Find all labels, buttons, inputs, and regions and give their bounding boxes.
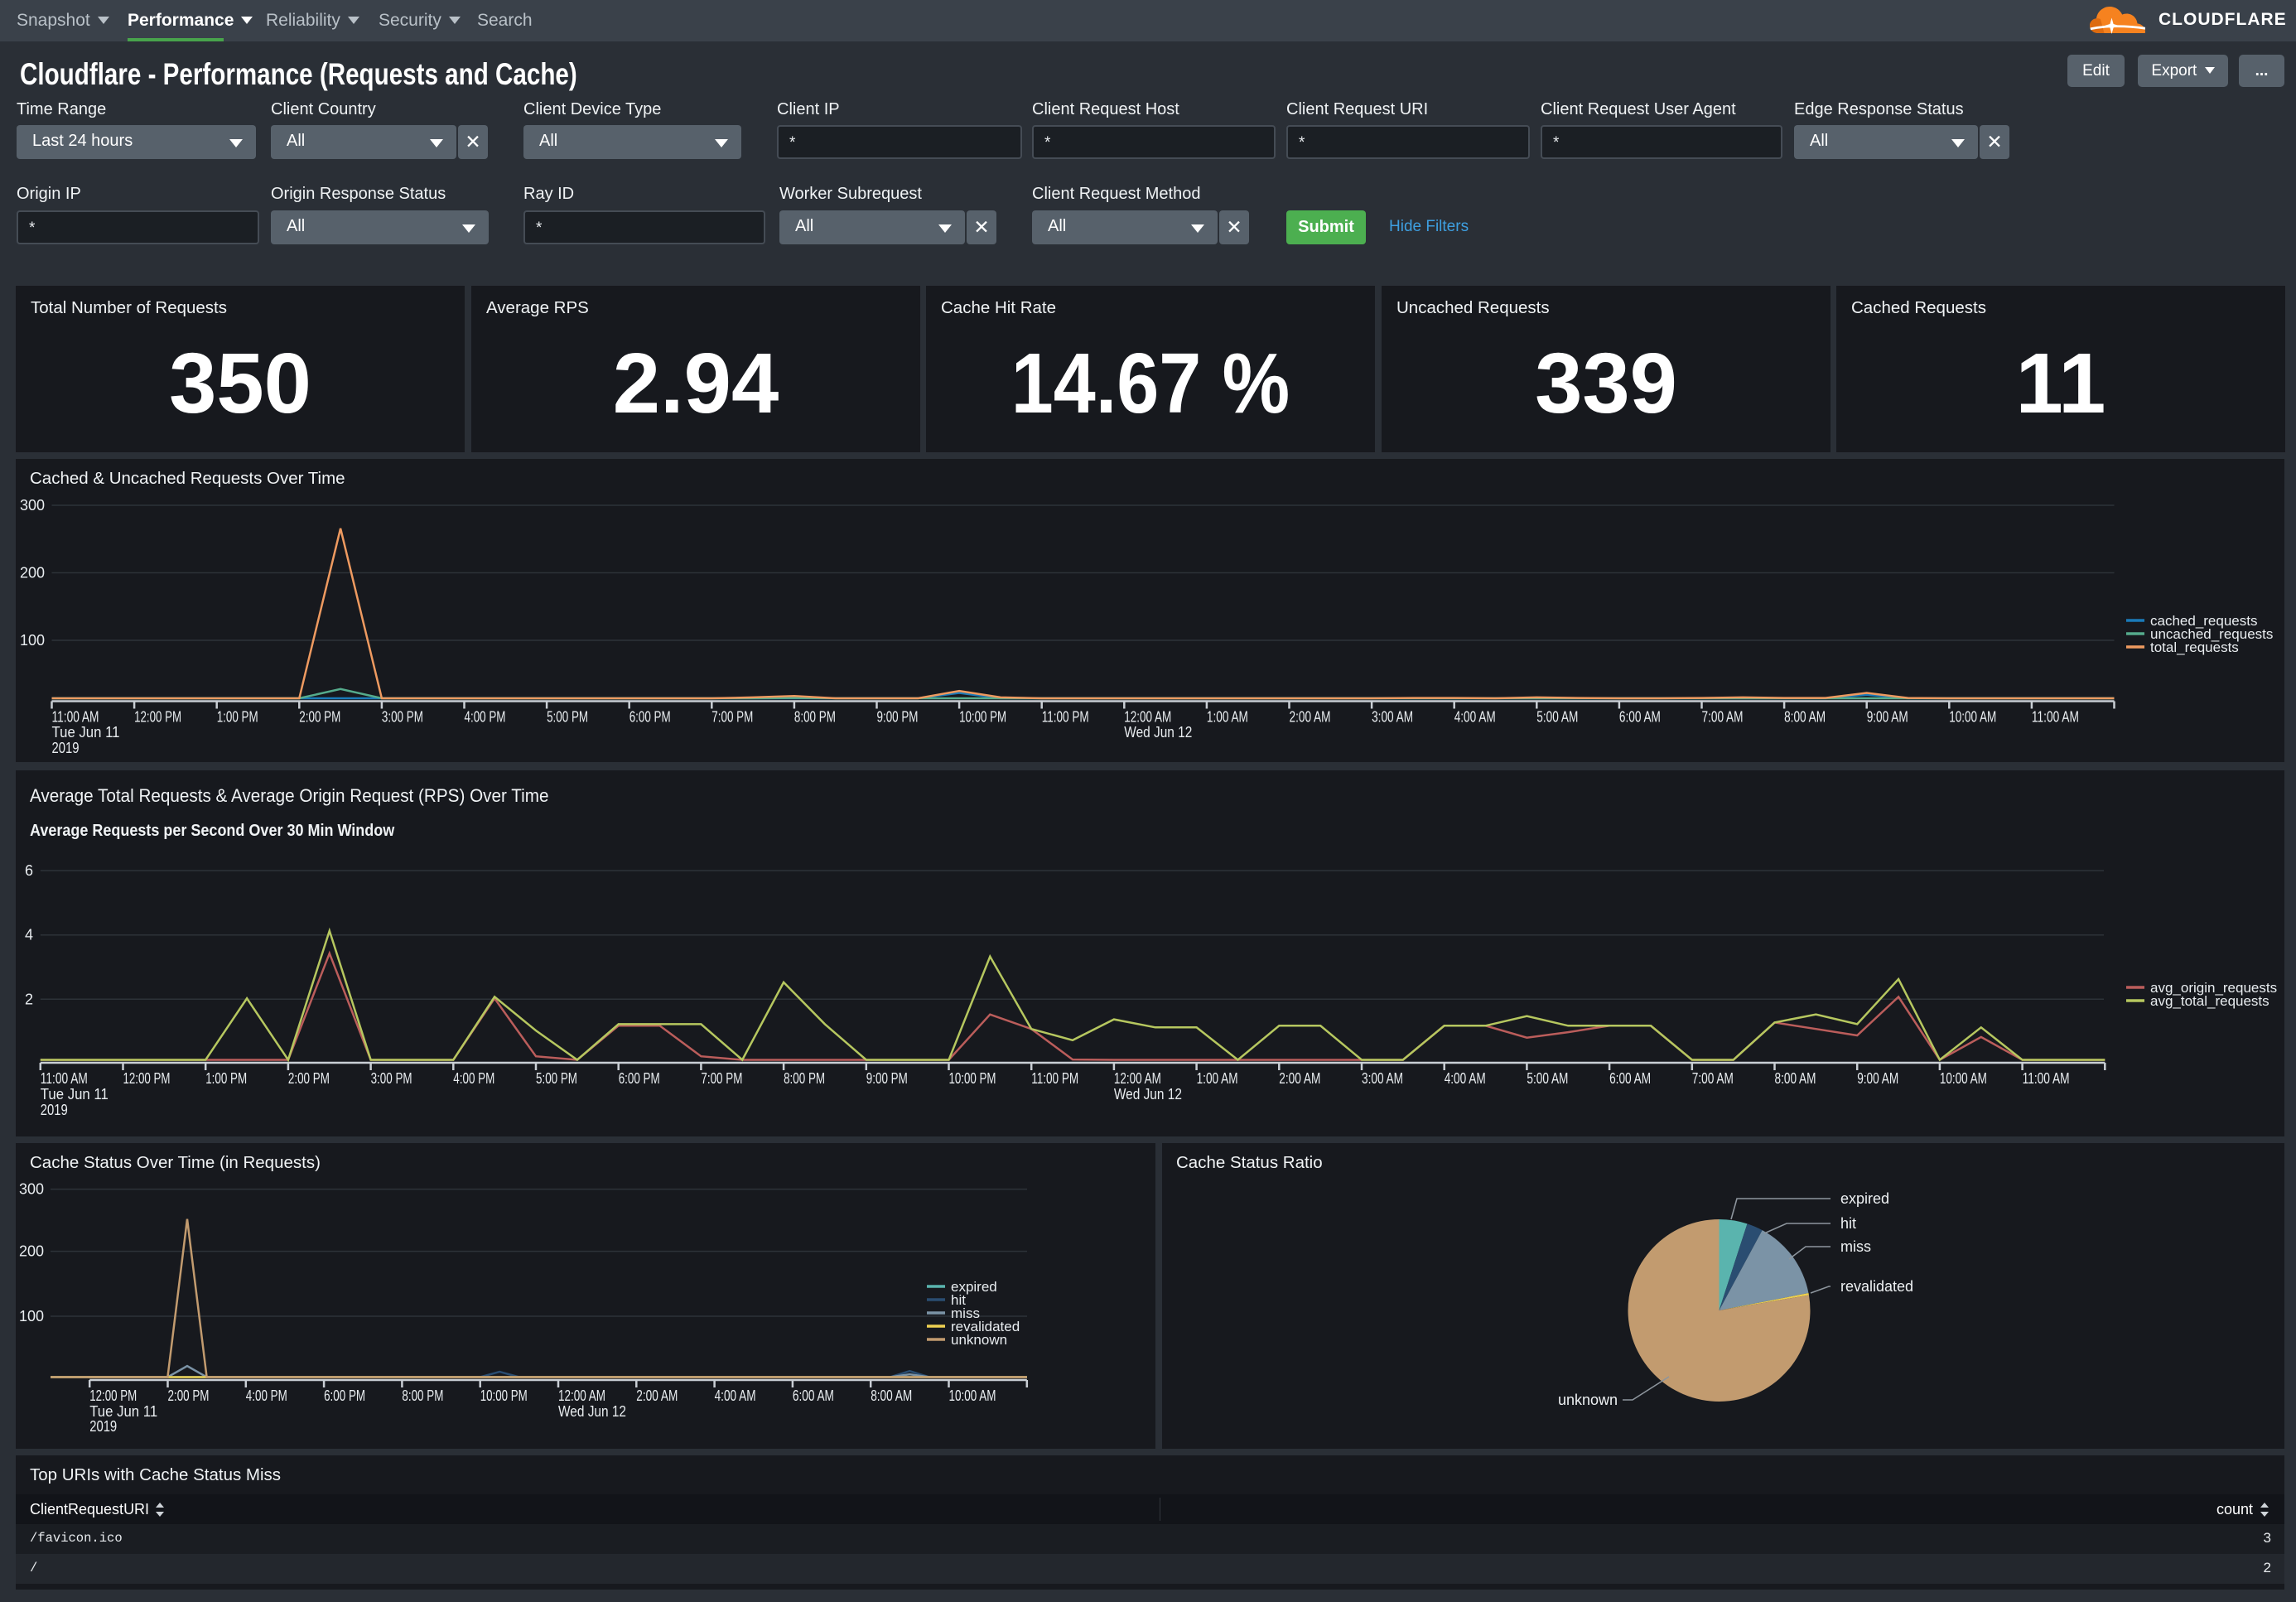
svg-text:6:00 PM: 6:00 PM — [629, 709, 671, 726]
svg-text:10:00 PM: 10:00 PM — [480, 1387, 528, 1404]
svg-text:4:00 PM: 4:00 PM — [453, 1070, 494, 1087]
svg-text:12:00 PM: 12:00 PM — [134, 709, 181, 726]
svg-text:2:00 AM: 2:00 AM — [1290, 709, 1331, 726]
svg-text:11:00 PM: 11:00 PM — [1042, 709, 1089, 726]
svg-text:12:00 AM: 12:00 AM — [1114, 1070, 1161, 1087]
svg-text:3:00 AM: 3:00 AM — [1372, 709, 1413, 726]
svg-text:1:00 AM: 1:00 AM — [1197, 1070, 1238, 1087]
svg-text:6:00 PM: 6:00 PM — [619, 1070, 660, 1087]
svg-text:8:00 AM: 8:00 AM — [1775, 1070, 1816, 1087]
svg-text:Tue Jun 11: Tue Jun 11 — [89, 1403, 157, 1420]
svg-text:8:00 PM: 8:00 PM — [402, 1387, 443, 1404]
svg-text:4:00 AM: 4:00 AM — [1445, 1070, 1486, 1087]
svg-text:2019: 2019 — [52, 740, 80, 756]
svg-text:2:00 PM: 2:00 PM — [168, 1387, 210, 1404]
svg-text:7:00 AM: 7:00 AM — [1702, 709, 1744, 726]
svg-text:10:00 AM: 10:00 AM — [949, 1387, 996, 1404]
svg-text:200: 200 — [20, 565, 45, 581]
svg-text:12:00 PM: 12:00 PM — [89, 1387, 137, 1404]
svg-text:revalidated: revalidated — [1840, 1278, 1913, 1295]
svg-text:11:00 AM: 11:00 AM — [2032, 709, 2079, 726]
svg-text:Wed Jun 12: Wed Jun 12 — [1114, 1086, 1182, 1103]
svg-text:8:00 AM: 8:00 AM — [871, 1387, 912, 1404]
svg-text:Wed Jun 12: Wed Jun 12 — [558, 1403, 626, 1420]
svg-text:1:00 PM: 1:00 PM — [217, 709, 258, 726]
svg-text:2:00 AM: 2:00 AM — [636, 1387, 678, 1404]
svg-text:3:00 AM: 3:00 AM — [1362, 1070, 1403, 1087]
svg-text:8:00 AM: 8:00 AM — [1784, 709, 1826, 726]
svg-text:6:00 AM: 6:00 AM — [1609, 1070, 1651, 1087]
svg-text:7:00 PM: 7:00 PM — [711, 709, 753, 726]
svg-text:10:00 PM: 10:00 PM — [949, 1070, 996, 1087]
svg-text:8:00 PM: 8:00 PM — [784, 1070, 825, 1087]
svg-text:5:00 AM: 5:00 AM — [1527, 1070, 1568, 1087]
svg-text:7:00 PM: 7:00 PM — [701, 1070, 742, 1087]
svg-text:7:00 AM: 7:00 AM — [1692, 1070, 1734, 1087]
svg-text:2:00 AM: 2:00 AM — [1279, 1070, 1320, 1087]
svg-text:4:00 AM: 4:00 AM — [715, 1387, 756, 1404]
svg-text:11:00 AM: 11:00 AM — [41, 1070, 88, 1087]
svg-text:Tue Jun 11: Tue Jun 11 — [52, 724, 120, 741]
svg-text:2019: 2019 — [41, 1102, 68, 1118]
svg-text:11:00 PM: 11:00 PM — [1031, 1070, 1078, 1087]
svg-text:avg_total_requests: avg_total_requests — [2150, 993, 2269, 1009]
svg-text:1:00 AM: 1:00 AM — [1207, 709, 1248, 726]
svg-text:2:00 PM: 2:00 PM — [299, 709, 340, 726]
svg-text:11:00 AM: 11:00 AM — [52, 709, 99, 726]
svg-text:9:00 AM: 9:00 AM — [1857, 1070, 1898, 1087]
svg-text:5:00 AM: 5:00 AM — [1536, 709, 1578, 726]
svg-text:total_requests: total_requests — [2150, 639, 2239, 655]
svg-text:unknown: unknown — [951, 1332, 1007, 1348]
svg-text:hit: hit — [1840, 1215, 1856, 1232]
svg-text:6:00 PM: 6:00 PM — [324, 1387, 365, 1404]
svg-text:300: 300 — [19, 1181, 44, 1198]
svg-text:10:00 AM: 10:00 AM — [1949, 709, 1996, 726]
svg-text:12:00 AM: 12:00 AM — [1124, 709, 1171, 726]
svg-text:3:00 PM: 3:00 PM — [382, 709, 423, 726]
svg-text:6:00 AM: 6:00 AM — [793, 1387, 834, 1404]
svg-text:2: 2 — [25, 991, 33, 1007]
svg-text:11:00 AM: 11:00 AM — [2023, 1070, 2070, 1087]
svg-text:2019: 2019 — [89, 1418, 117, 1435]
svg-text:unknown: unknown — [1558, 1392, 1618, 1408]
svg-text:5:00 PM: 5:00 PM — [547, 709, 588, 726]
svg-text:9:00 AM: 9:00 AM — [1867, 709, 1908, 726]
svg-text:4:00 PM: 4:00 PM — [465, 709, 506, 726]
svg-text:Wed Jun 12: Wed Jun 12 — [1124, 724, 1192, 741]
svg-text:2:00 PM: 2:00 PM — [288, 1070, 330, 1087]
svg-text:4:00 AM: 4:00 AM — [1454, 709, 1496, 726]
svg-text:300: 300 — [20, 497, 45, 514]
svg-text:6: 6 — [25, 862, 33, 879]
svg-text:10:00 PM: 10:00 PM — [959, 709, 1006, 726]
svg-text:12:00 PM: 12:00 PM — [123, 1070, 171, 1087]
svg-text:100: 100 — [20, 632, 45, 649]
svg-text:4:00 PM: 4:00 PM — [246, 1387, 287, 1404]
svg-text:miss: miss — [1840, 1238, 1871, 1255]
svg-text:6:00 AM: 6:00 AM — [1619, 709, 1661, 726]
svg-text:100: 100 — [19, 1308, 44, 1325]
svg-text:1:00 PM: 1:00 PM — [205, 1070, 247, 1087]
svg-text:200: 200 — [19, 1243, 44, 1260]
svg-text:10:00 AM: 10:00 AM — [1940, 1070, 1987, 1087]
svg-text:8:00 PM: 8:00 PM — [794, 709, 836, 726]
svg-text:3:00 PM: 3:00 PM — [371, 1070, 412, 1087]
svg-text:9:00 PM: 9:00 PM — [877, 709, 919, 726]
svg-text:Tue Jun 11: Tue Jun 11 — [41, 1086, 109, 1103]
svg-text:4: 4 — [25, 927, 33, 943]
svg-text:5:00 PM: 5:00 PM — [536, 1070, 577, 1087]
svg-text:12:00 AM: 12:00 AM — [558, 1387, 605, 1404]
svg-text:9:00 PM: 9:00 PM — [866, 1070, 908, 1087]
svg-text:expired: expired — [1840, 1190, 1889, 1207]
